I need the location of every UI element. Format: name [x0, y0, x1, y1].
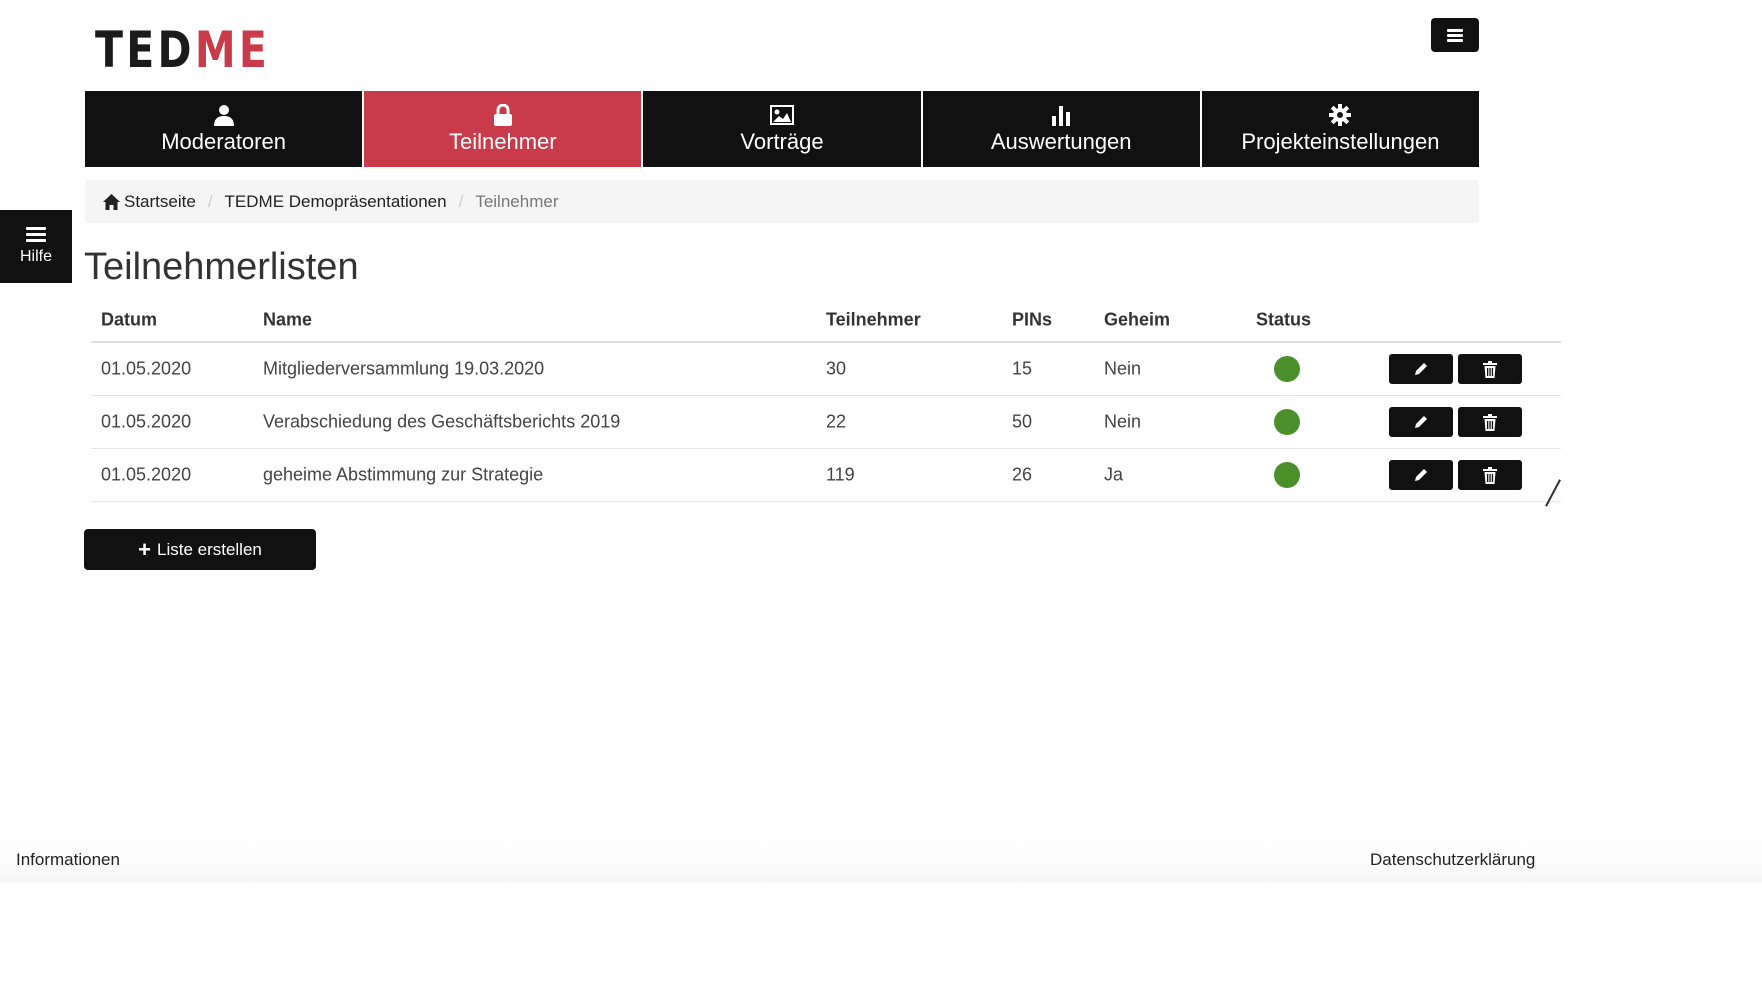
trash-icon — [1483, 360, 1497, 378]
header-datum[interactable]: Datum — [101, 310, 157, 331]
hamburger-icon — [1447, 28, 1463, 42]
nav-vortraege[interactable]: Vorträge — [643, 91, 923, 167]
delete-button[interactable] — [1458, 460, 1522, 490]
table-row: 01.05.2020 Mitgliederversammlung 19.03.2… — [91, 343, 1561, 396]
breadcrumb: Startseite / TEDME Demopräsentationen / … — [85, 180, 1479, 223]
edit-button[interactable] — [1389, 354, 1453, 384]
cell-name: Verabschiedung des Geschäftsberichts 201… — [263, 411, 621, 432]
help-label: Hilfe — [19, 248, 52, 265]
main-nav: Moderatoren Teilnehmer Vorträge Auswertu… — [85, 91, 1479, 167]
nav-moderatoren[interactable]: Moderatoren — [85, 91, 365, 167]
breadcrumb-separator: / — [207, 191, 213, 211]
nav-auswertungen-label: Auswertungen — [990, 129, 1132, 154]
cell-datum: 01.05.2020 — [101, 464, 192, 485]
pencil-icon — [1415, 469, 1427, 481]
status-indicator — [1274, 356, 1300, 382]
cell-geheim: Nein — [1104, 358, 1142, 379]
header-status[interactable]: Status — [1256, 310, 1311, 331]
lock-icon — [493, 103, 513, 127]
image-icon — [770, 103, 794, 127]
tedme-logo[interactable]: TED M E — [95, 21, 271, 79]
home-icon — [103, 193, 120, 210]
cell-geheim: Nein — [1104, 411, 1142, 432]
breadcrumb-home[interactable]: Startseite — [103, 192, 196, 212]
edit-button[interactable] — [1389, 407, 1453, 437]
footer-link-datenschutz[interactable]: Datenschutzerklärung — [1370, 850, 1535, 870]
status-indicator — [1274, 409, 1300, 435]
nav-teilnehmer[interactable]: Teilnehmer — [364, 91, 644, 167]
table-row: 01.05.2020 geheime Abstimmung zur Strate… — [91, 449, 1561, 502]
pencil-icon — [1415, 416, 1427, 428]
nav-teilnehmer-label: Teilnehmer — [449, 129, 557, 154]
user-icon — [213, 103, 235, 127]
main-menu-button[interactable] — [1431, 18, 1479, 52]
bar-chart-icon — [1050, 103, 1072, 127]
breadcrumb-home-label: Startseite — [124, 191, 196, 211]
table-header: Datum Name Teilnehmer PINs Geheim Status — [91, 298, 1561, 343]
nav-projekteinstellungen[interactable]: Projekteinstellungen — [1202, 91, 1479, 167]
nav-vortraege-label: Vorträge — [740, 129, 824, 154]
nav-moderatoren-label: Moderatoren — [161, 129, 286, 154]
breadcrumb-project[interactable]: TEDME Demopräsentationen — [225, 192, 447, 212]
page-title: Teilnehmerlisten — [84, 246, 359, 288]
cell-geheim: Ja — [1104, 464, 1124, 485]
header-teilnehmer[interactable]: Teilnehmer — [826, 310, 921, 331]
breadcrumb-separator: / — [458, 191, 464, 211]
create-list-label: Liste erstellen — [156, 539, 262, 559]
delete-button[interactable] — [1458, 407, 1522, 437]
nav-auswertungen[interactable]: Auswertungen — [923, 91, 1202, 167]
footer-link-informationen[interactable]: Informationen — [16, 850, 120, 870]
breadcrumb-current: Teilnehmer — [475, 191, 559, 211]
participant-lists-table: Datum Name Teilnehmer PINs Geheim Status… — [91, 298, 1561, 502]
cell-pins: 15 — [1012, 358, 1033, 379]
delete-button[interactable] — [1458, 354, 1522, 384]
hamburger-icon — [26, 227, 46, 242]
breadcrumb-project-label: TEDME Demopräsentationen — [224, 191, 447, 211]
pencil-icon — [1415, 363, 1427, 375]
header-pins[interactable]: PINs — [1012, 310, 1052, 331]
cell-teilnehmer: 119 — [826, 464, 855, 485]
create-list-button[interactable]: + Liste erstellen — [84, 529, 316, 570]
cell-pins: 50 — [1012, 411, 1033, 432]
header-name[interactable]: Name — [263, 310, 312, 331]
gear-icon — [1329, 103, 1352, 127]
trash-icon — [1483, 466, 1497, 484]
nav-projekteinstellungen-label: Projekteinstellungen — [1241, 129, 1440, 154]
trash-icon — [1483, 413, 1497, 431]
header-geheim[interactable]: Geheim — [1104, 310, 1170, 331]
table-row: 01.05.2020 Verabschiedung des Geschäftsb… — [91, 396, 1561, 449]
footer: Informationen Datenschutzerklärung — [0, 838, 1762, 883]
logo-text-e: E — [238, 21, 271, 79]
cell-name: geheime Abstimmung zur Strategie — [263, 464, 544, 485]
status-indicator — [1274, 462, 1300, 488]
cell-name: Mitgliederversammlung 19.03.2020 — [263, 358, 545, 379]
cell-teilnehmer: 30 — [826, 358, 847, 379]
cell-datum: 01.05.2020 — [101, 358, 192, 379]
cell-pins: 26 — [1012, 464, 1033, 485]
cell-datum: 01.05.2020 — [101, 411, 192, 432]
plus-icon: + — [138, 536, 151, 562]
edit-button[interactable] — [1389, 460, 1453, 490]
logo-text-ted: TED — [95, 21, 195, 79]
help-button[interactable]: Hilfe — [0, 210, 72, 283]
cell-teilnehmer: 22 — [826, 411, 847, 432]
logo-text-m: M — [194, 21, 239, 79]
